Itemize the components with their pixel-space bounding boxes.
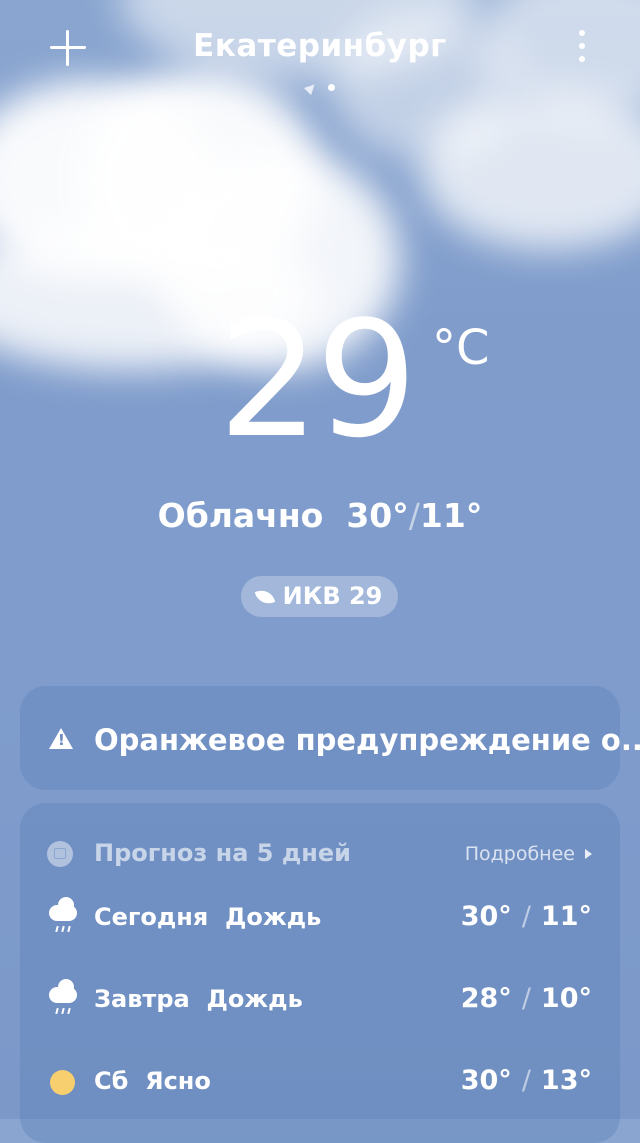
warning-text: Оранжевое предупреждение о... (94, 723, 640, 757)
condition-text: Облачно (157, 496, 324, 535)
leaf-icon (254, 586, 275, 608)
calendar-icon (47, 841, 73, 867)
current-temperature: 29 (218, 286, 418, 473)
page-dot (327, 84, 335, 91)
forecast-day: Завтра (94, 985, 190, 1013)
forecast-condition: Дождь (206, 985, 303, 1013)
warning-icon (49, 728, 73, 749)
rain-icon (47, 979, 79, 1017)
temp-separator: / (521, 901, 531, 932)
forecast-row[interactable]: Сегодня Дождь 30° / 11° (20, 897, 620, 939)
forecast-low: 10° (540, 983, 592, 1014)
temp-separator: / (521, 1065, 531, 1096)
forecast-high: 30° (460, 901, 512, 932)
rain-icon (47, 897, 79, 935)
forecast-high: 30° (460, 1065, 512, 1096)
low-temp: 11° (419, 496, 483, 535)
forecast-day: Сб (94, 1067, 129, 1095)
aqi-badge[interactable]: ИКВ 29 (241, 576, 398, 617)
forecast-low: 11° (540, 901, 592, 932)
forecast-row[interactable]: Сб Ясно 30° / 13° (20, 1063, 620, 1103)
more-link[interactable]: Подробнее (465, 843, 592, 865)
forecast-condition: Дождь (225, 903, 322, 931)
chevron-right-icon (585, 849, 592, 859)
more-label: Подробнее (464, 843, 575, 865)
temp-separator: / (521, 983, 531, 1014)
forecast-low: 13° (540, 1065, 592, 1096)
top-bar: Екатеринбург (0, 20, 640, 80)
city-name[interactable]: Екатеринбург (0, 28, 640, 64)
current-summary: Облачно 30°/11° (0, 496, 640, 535)
forecast-header: Прогноз на 5 дней Подробнее (20, 839, 620, 869)
forecast-title: Прогноз на 5 дней (94, 839, 351, 867)
forecast-condition: Ясно (145, 1067, 211, 1095)
aqi-label: ИКВ 29 (282, 582, 383, 610)
forecast-row[interactable]: Завтра Дождь 28° / 10° (20, 979, 620, 1021)
page-indicator (0, 77, 640, 95)
forecast-high: 28° (460, 983, 512, 1014)
warning-card[interactable]: Оранжевое предупреждение о... (20, 686, 640, 790)
temp-separator: / (408, 496, 420, 535)
temperature-unit: °C (432, 320, 490, 376)
high-temp: 30° (346, 496, 409, 535)
more-vertical-icon[interactable] (572, 28, 592, 64)
forecast-day: Сегодня (94, 903, 209, 931)
forecast-card: Прогноз на 5 дней Подробнее Сегодня Дожд… (20, 803, 620, 1143)
sun-icon (47, 1067, 79, 1099)
location-arrow-icon (303, 80, 318, 95)
